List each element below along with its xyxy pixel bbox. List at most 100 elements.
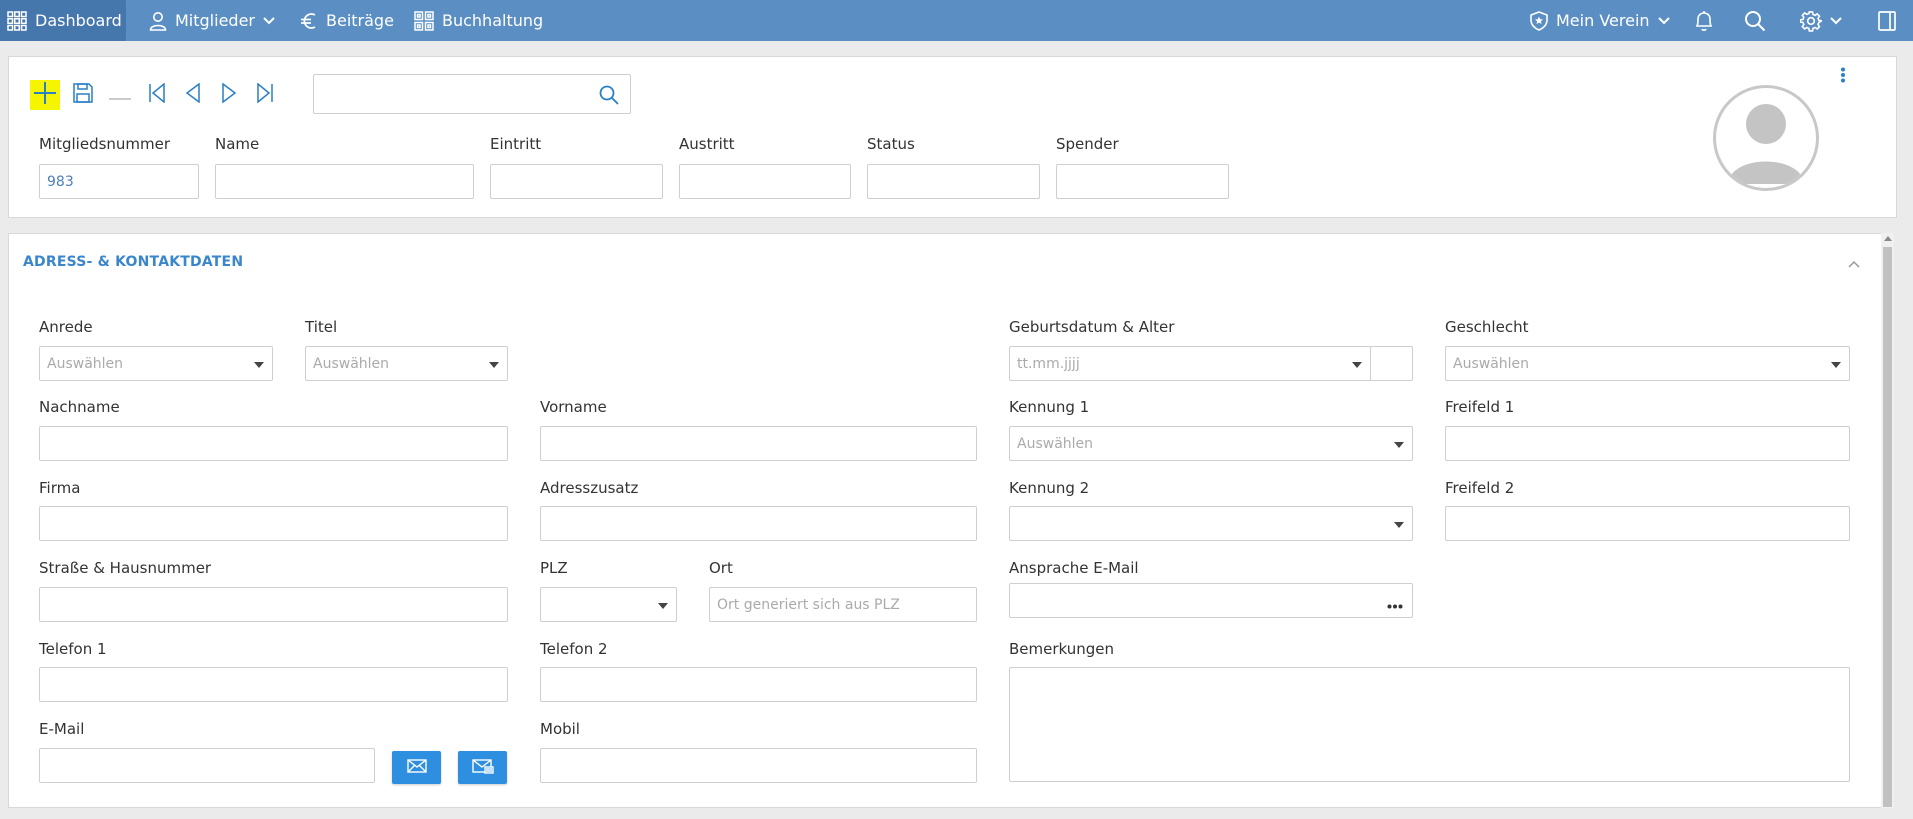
nav-beitraege[interactable]: Beiträge [300, 0, 394, 41]
alter-field[interactable] [1370, 346, 1413, 381]
kennung2-select[interactable] [1009, 506, 1413, 541]
label-plz: PLZ [540, 559, 568, 577]
sidebar-toggle-button[interactable] [1878, 0, 1896, 41]
eintritt-field[interactable] [490, 164, 663, 199]
first-record-button[interactable] [143, 81, 171, 109]
chevron-down-icon [263, 16, 275, 25]
grid-icon [7, 10, 27, 31]
freifeld1-field[interactable] [1445, 426, 1850, 461]
add-button[interactable] [30, 80, 60, 110]
caret-down-icon [1394, 522, 1404, 528]
settings-button[interactable] [1800, 0, 1842, 41]
adresszusatz-field[interactable] [540, 506, 977, 541]
freifeld2-field[interactable] [1445, 506, 1850, 541]
chevron-up-icon [1848, 253, 1860, 272]
telefon2-field[interactable] [540, 667, 977, 702]
anrede-placeholder: Auswählen [47, 355, 124, 372]
spender-field[interactable] [1056, 164, 1229, 199]
nav-mitglieder[interactable]: Mitglieder [149, 0, 275, 41]
euro-icon [300, 11, 318, 31]
label-telefon2: Telefon 2 [540, 640, 608, 658]
ledger-icon [414, 10, 434, 31]
label-anrede: Anrede [39, 318, 93, 336]
member-header-panel: Mitgliedsnummer Name Eintritt Austritt S… [8, 56, 1897, 218]
collapse-section-button[interactable] [1844, 252, 1864, 272]
telefon1-field[interactable] [39, 667, 508, 702]
nav-buchhaltung[interactable]: Buchhaltung [414, 0, 543, 41]
vorname-field[interactable] [540, 426, 977, 461]
nav-dashboard[interactable]: Dashboard [0, 0, 126, 41]
search-button[interactable] [1744, 0, 1766, 41]
remove-button[interactable] [106, 81, 134, 109]
titel-placeholder: Auswählen [313, 355, 390, 372]
caret-down-icon [489, 362, 499, 368]
record-search-input[interactable] [313, 74, 631, 114]
section-title: ADRESS- & KONTAKTDATEN [23, 254, 244, 270]
nachname-field[interactable] [39, 426, 508, 461]
ellipsis-icon[interactable] [1387, 597, 1403, 613]
nav-mitglieder-label: Mitglieder [175, 11, 255, 30]
name-field[interactable] [215, 164, 474, 199]
label-nachname: Nachname [39, 398, 120, 416]
label-ort: Ort [709, 559, 733, 577]
triangle-right-icon [221, 82, 237, 107]
more-options-button[interactable] [1833, 63, 1853, 91]
user-silhouette-icon [1716, 104, 1816, 188]
label-status: Status [867, 135, 915, 153]
save-button[interactable] [69, 81, 97, 109]
caret-down-icon [1831, 362, 1841, 368]
strasse-field[interactable] [39, 587, 508, 622]
search-icon[interactable] [599, 85, 619, 109]
label-bemerkungen: Bemerkungen [1009, 640, 1115, 658]
bemerkungen-textarea[interactable] [1009, 667, 1850, 782]
geschlecht-select[interactable]: Auswählen [1445, 346, 1850, 381]
label-ansprache-email: Ansprache E-Mail [1009, 559, 1139, 577]
plz-select[interactable] [540, 587, 677, 622]
austritt-field[interactable] [679, 164, 851, 199]
label-spender: Spender [1056, 135, 1119, 153]
nav-verein-label: Mein Verein [1556, 11, 1650, 30]
chevron-down-icon [1830, 16, 1842, 25]
label-firma: Firma [39, 479, 81, 497]
notifications-button[interactable] [1694, 0, 1714, 41]
previous-record-button[interactable] [179, 81, 207, 109]
caret-down-icon [1352, 362, 1362, 368]
caret-down-icon [254, 362, 264, 368]
nav-mein-verein[interactable]: Mein Verein [1530, 0, 1670, 41]
last-record-button[interactable] [251, 81, 279, 109]
label-strasse: Straße & Hausnummer [39, 559, 212, 577]
label-kennung1: Kennung 1 [1009, 398, 1090, 416]
anrede-select[interactable]: Auswählen [39, 346, 273, 381]
label-vorname: Vorname [540, 398, 607, 416]
scrollbar[interactable] [1881, 233, 1894, 808]
scroll-up-arrow-icon[interactable] [1884, 236, 1892, 241]
send-email-button[interactable] [392, 751, 441, 784]
label-telefon1: Telefon 1 [39, 640, 107, 658]
label-titel: Titel [305, 318, 338, 336]
nav-buchhaltung-label: Buchhaltung [442, 11, 544, 30]
mobil-field[interactable] [540, 748, 977, 783]
email-template-button[interactable] [458, 751, 507, 784]
geschlecht-placeholder: Auswählen [1453, 355, 1530, 372]
geburtsdatum-field[interactable]: tt.mm.jjjj [1009, 346, 1371, 381]
ansprache-email-field[interactable] [1009, 583, 1413, 618]
scrollbar-thumb[interactable] [1883, 247, 1892, 807]
label-kennung2: Kennung 2 [1009, 479, 1090, 497]
skip-first-icon [147, 82, 167, 107]
next-record-button[interactable] [215, 81, 243, 109]
mitgliedsnummer-field[interactable]: 983 [39, 164, 199, 199]
gear-icon [1800, 10, 1822, 32]
panel-icon [1878, 10, 1896, 31]
avatar[interactable] [1713, 85, 1819, 191]
firma-field[interactable] [39, 506, 508, 541]
label-geschlecht: Geschlecht [1445, 318, 1529, 336]
email-field[interactable] [39, 748, 375, 783]
ort-field[interactable]: Ort generiert sich aus PLZ [709, 587, 977, 622]
caret-down-icon [658, 603, 668, 609]
label-freifeld1: Freifeld 1 [1445, 398, 1515, 416]
kennung1-select[interactable]: Auswählen [1009, 426, 1413, 461]
nav-beitraege-label: Beiträge [326, 11, 394, 30]
chevron-down-icon [1657, 16, 1670, 25]
status-field[interactable] [867, 164, 1040, 199]
titel-select[interactable]: Auswählen [305, 346, 508, 381]
